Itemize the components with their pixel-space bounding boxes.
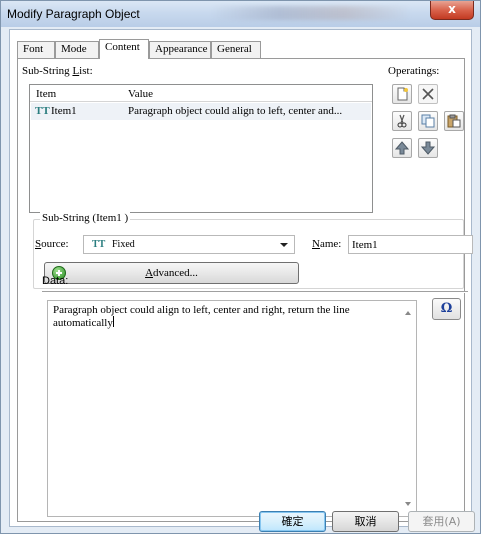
text-caret [112,316,114,327]
apply-button[interactable]: 套用(A) [408,511,475,532]
scroll-down-icon[interactable] [405,502,411,506]
new-item-button[interactable] [392,84,412,104]
cancel-button[interactable]: 取消 [332,511,399,532]
list-item[interactable]: TT Item1 Paragraph object could align to… [31,103,371,120]
substring-list-label: Sub-String List: [22,65,93,77]
text-type-icon: TT [35,105,50,117]
delete-item-button[interactable] [418,84,438,104]
vertical-scrollbar[interactable] [401,301,416,516]
list-header: Item Value [30,85,372,102]
title-bar-blur [211,6,411,20]
data-text: Paragraph object could align to left, ce… [53,304,350,329]
window-title: Modify Paragraph Object [7,7,140,21]
operations-label: Operatings: [388,65,440,77]
tab-font[interactable]: Font [17,41,55,58]
move-up-button[interactable] [392,138,412,158]
copy-button[interactable] [418,111,438,131]
source-dropdown[interactable]: TT Fixed [83,235,295,254]
ok-button[interactable]: 確定 [259,511,326,532]
data-label: Data: [42,275,69,287]
paste-icon [447,114,461,128]
scroll-up-icon[interactable] [405,311,411,315]
move-down-icon [421,141,435,155]
special-character-button[interactable]: Ω [432,298,461,320]
chevron-down-icon [280,243,288,247]
name-input-value: Item1 [352,239,378,251]
copy-icon [421,114,435,128]
advanced-button-label: Advanced... [145,267,198,279]
source-value: Fixed [112,239,135,250]
advanced-button[interactable]: Advanced... [44,262,299,284]
title-bar[interactable]: Modify Paragraph Object x [1,1,480,27]
move-down-button[interactable] [418,138,438,158]
tab-content[interactable]: Content [99,39,149,59]
data-textarea[interactable]: Paragraph object could align to left, ce… [47,300,417,517]
substring-list[interactable]: Item Value TT Item1 Paragraph object cou… [29,84,373,213]
tab-mode[interactable]: Mode [55,41,99,58]
tab-appearance[interactable]: Appearance [149,41,211,58]
list-item-value: Paragraph object could align to left, ce… [128,105,343,117]
section-divider [42,291,468,293]
delete-icon [422,88,434,100]
paste-button[interactable] [444,111,464,131]
column-header-value[interactable]: Value [128,88,153,100]
move-up-icon [395,141,409,155]
tab-general[interactable]: General [211,41,261,58]
name-label: Name: [312,238,342,250]
source-type-icon: TT [92,239,106,250]
substring-group-legend: Sub-String (Item1 ) [40,212,131,224]
cut-icon [397,114,407,128]
column-header-item[interactable]: Item [36,88,56,100]
new-icon [397,87,408,101]
cut-button[interactable] [392,111,412,131]
list-item-name: Item1 [51,105,77,117]
dialog-window: Modify Paragraph Object x Font Mode Cont… [0,0,481,534]
name-input[interactable]: Item1 [348,235,473,254]
dialog-client-area: Font Mode Content Appearance General Sub… [9,29,473,527]
source-label: Source: [35,238,69,250]
close-button[interactable]: x [430,1,474,20]
